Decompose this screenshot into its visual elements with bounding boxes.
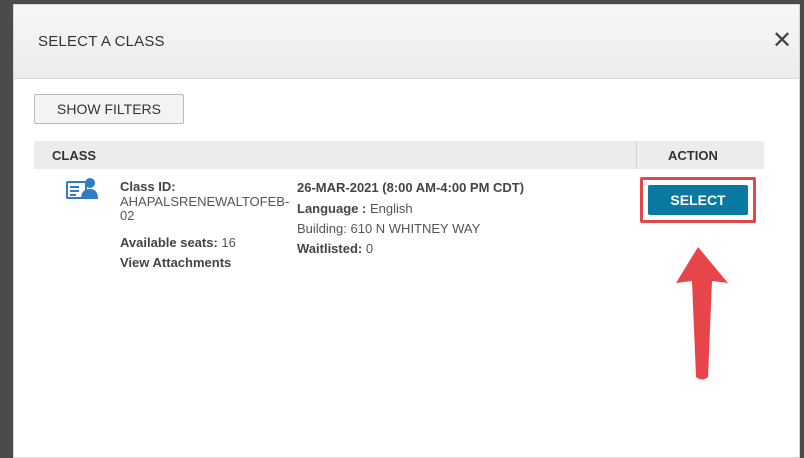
available-seats-label: Available seats: bbox=[120, 235, 218, 250]
waitlisted-value: 0 bbox=[365, 241, 374, 256]
select-highlight-box: SELECT bbox=[640, 177, 756, 223]
column-header-action: ACTION bbox=[668, 148, 718, 163]
class-roster-icon bbox=[66, 178, 98, 199]
waitlisted-label: Waitlisted: bbox=[297, 241, 363, 256]
view-attachments-link[interactable]: View Attachments bbox=[120, 256, 260, 269]
language-label: Language : bbox=[297, 201, 367, 216]
class-id-value-line2: 02 bbox=[120, 208, 135, 223]
class-info: Class ID: AHAPALSRENEWALTOFEB- 02 Availa… bbox=[120, 179, 290, 269]
class-id-label: Class ID: bbox=[120, 179, 176, 194]
dialog-header: SELECT A CLASS ✕ bbox=[14, 5, 799, 79]
class-date: 26-MAR-2021 (8:00 AM-4:00 PM CDT) bbox=[297, 180, 525, 195]
header-divider bbox=[636, 141, 637, 169]
column-header-class: CLASS bbox=[52, 148, 97, 163]
class-schedule: 26-MAR-2021 (8:00 AM-4:00 PM CDT) Langua… bbox=[297, 180, 597, 256]
class-id-value-line1: AHAPALSRENEWALTOFEB- bbox=[120, 194, 290, 209]
language: Language : English bbox=[297, 201, 597, 216]
close-icon[interactable]: ✕ bbox=[772, 29, 792, 53]
available-seats: Available seats: 16 bbox=[120, 236, 260, 249]
table-header: CLASS ACTION bbox=[34, 141, 764, 169]
window-frame-right bbox=[800, 0, 804, 458]
building: Building: 610 N WHITNEY WAY bbox=[297, 221, 481, 236]
window-frame-left bbox=[0, 0, 13, 458]
waitlisted: Waitlisted: 0 bbox=[297, 241, 597, 256]
language-value: English bbox=[369, 201, 413, 216]
available-seats-value: 16 bbox=[221, 235, 236, 250]
select-button[interactable]: SELECT bbox=[648, 185, 748, 215]
dialog-title: SELECT A CLASS bbox=[38, 33, 165, 50]
red-arrow-icon bbox=[676, 247, 728, 380]
show-filters-button[interactable]: SHOW FILTERS bbox=[34, 94, 184, 124]
